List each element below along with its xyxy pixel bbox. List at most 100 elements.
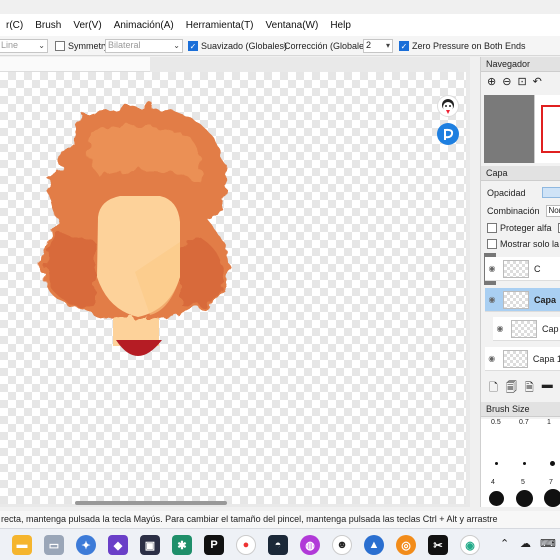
visibility-icon[interactable]: ◉ xyxy=(485,264,499,273)
layer-row[interactable]: ◉ Cap xyxy=(493,317,560,341)
blend-combo[interactable]: Norma xyxy=(545,205,560,217)
pixiv-icon[interactable]: P xyxy=(204,535,224,555)
chrome-icon[interactable]: ● xyxy=(236,535,256,555)
taskbar: ▬ ▭ ✦ ◆ ▣ ✱ P ● ◓ ◍ ☻ ▲ ◎ ✂ ◉ ⌃ ☁ ⌨ xyxy=(0,528,560,560)
tray-network-icon[interactable]: ⌨ xyxy=(540,537,556,550)
blender-icon[interactable]: ▲ xyxy=(364,535,384,555)
chevron-down-icon: ▾ xyxy=(385,41,390,50)
tray-chevron-icon[interactable]: ⌃ xyxy=(500,537,509,550)
layer-thumbnail xyxy=(502,349,528,368)
brush-size-label[interactable]: 4 xyxy=(491,479,495,486)
correction-label-wrap: Corrección (Globales) xyxy=(284,39,372,53)
blender-icon[interactable]: ◎ xyxy=(396,535,416,555)
tool-options-bar: Line ⌄ Symmetry Bilateral ⌄ ✓ Suavizado (G… xyxy=(0,36,560,56)
smoothing-label: Suavizado (Globales) xyxy=(201,41,288,51)
symmetry-toggle[interactable]: Symmetry xyxy=(55,39,109,53)
menu-edit[interactable]: r(C) xyxy=(0,20,29,31)
layer-row[interactable]: ◉ C xyxy=(485,257,560,281)
brush-dot[interactable] xyxy=(544,489,560,507)
right-panel: Navegador ⊕ ⊖ ⊡ ↶ Capa Opacidad Combinac… xyxy=(480,57,560,507)
menu-window[interactable]: Ventana(W) xyxy=(260,20,325,31)
menu-help[interactable]: Help xyxy=(324,20,357,31)
zoom-in-icon[interactable]: ⊕ xyxy=(487,75,496,88)
layer-actions: 🗋 🗐 🗎 ▬ xyxy=(489,379,553,398)
visibility-icon[interactable]: ◉ xyxy=(493,324,507,333)
brush-dot[interactable] xyxy=(516,490,533,507)
canvas-tab[interactable] xyxy=(0,57,150,72)
layer-thumbnail xyxy=(503,259,529,278)
new-page-icon[interactable]: 🗎 xyxy=(525,379,534,398)
brush-size-label[interactable]: 5 xyxy=(521,479,525,486)
line-combo[interactable]: Line ⌄ xyxy=(0,39,48,53)
app-icon[interactable]: ✱ xyxy=(172,535,192,555)
correction-label: Corrección (Globales) xyxy=(284,41,372,51)
duplicate-layer-icon[interactable]: 🗐 xyxy=(506,379,517,398)
layer-thumbnail xyxy=(503,290,529,309)
show-only-checkbox[interactable] xyxy=(487,239,497,249)
symmetry-mode-combo[interactable]: Bilateral ⌄ xyxy=(105,39,183,53)
file-explorer-icon[interactable]: ▬ xyxy=(12,535,32,555)
symmetry-checkbox[interactable] xyxy=(55,41,65,51)
brush-size-label[interactable]: 1 xyxy=(547,419,551,426)
firealpaca-icon[interactable]: ☻ xyxy=(332,535,352,555)
visibility-icon[interactable]: ◉ xyxy=(485,295,499,304)
shirt xyxy=(116,340,162,356)
drawing-canvas[interactable] xyxy=(0,72,466,504)
menu-view[interactable]: Ver(V) xyxy=(67,20,107,31)
brush-dot[interactable] xyxy=(495,462,498,465)
status-bar: recta, mantenga pulsada la tecla Mayús. … xyxy=(0,511,560,528)
correction-combo[interactable]: 2 ▾ xyxy=(363,39,393,53)
game-icon[interactable]: ◆ xyxy=(108,535,128,555)
opacity-slider[interactable] xyxy=(541,187,560,198)
settings-icon[interactable]: ✦ xyxy=(76,535,96,555)
media-icon[interactable]: ▣ xyxy=(140,535,160,555)
layer-thumbnail xyxy=(511,319,537,338)
capcut-icon[interactable]: ✂ xyxy=(428,535,448,555)
brush-cursor-icon[interactable] xyxy=(437,95,459,117)
zero-pressure-checkbox[interactable]: ✓ xyxy=(399,41,409,51)
brush-size-label[interactable]: 0.5 xyxy=(491,419,501,426)
horizontal-scrollbar[interactable] xyxy=(75,501,227,505)
navigator-viewport-frame xyxy=(541,105,560,153)
tray-wifi-icon[interactable]: ☁ xyxy=(520,537,531,550)
protect-alpha-label: Proteger alfa xyxy=(500,223,552,233)
smoothing-checkbox[interactable]: ✓ xyxy=(188,41,198,51)
folder-icon[interactable]: ▬ xyxy=(542,379,553,398)
brush-size-label[interactable]: 7 xyxy=(549,479,553,486)
canvas-area xyxy=(0,57,470,507)
obs-icon[interactable]: ◍ xyxy=(300,535,320,555)
brush-dot[interactable] xyxy=(550,461,555,466)
protect-alpha-row[interactable]: Proteger alfa xyxy=(487,223,560,233)
zoom-out-icon[interactable]: ⊖ xyxy=(502,75,511,88)
navigator-title: Navegador xyxy=(481,57,560,72)
symmetry-label: Symmetry xyxy=(68,41,109,51)
brush-size-title: Brush Size xyxy=(481,402,560,417)
browser-icon[interactable]: ▭ xyxy=(44,535,64,555)
layer-row[interactable]: ◉ Capa 1 xyxy=(485,347,560,371)
layer-name: Cap xyxy=(542,323,559,334)
navigator-tools: ⊕ ⊖ ⊡ ↶ xyxy=(487,75,542,88)
blend-label: Combinación xyxy=(487,206,540,216)
navigator-preview[interactable] xyxy=(484,95,534,163)
visibility-icon[interactable]: ◉ xyxy=(485,354,499,363)
zero-pressure-toggle[interactable]: ✓ Zero Pressure on Both Ends xyxy=(399,39,526,53)
pixiv-icon[interactable] xyxy=(437,123,459,145)
show-only-row[interactable]: Mostrar solo la ca xyxy=(487,239,560,249)
navigator-preview-canvas xyxy=(534,95,560,163)
chrome-icon[interactable]: ◉ xyxy=(460,535,480,555)
menu-animation[interactable]: Animación(A) xyxy=(108,20,180,31)
brush-dot[interactable] xyxy=(523,462,526,465)
menu-bar: r(C) Brush Ver(V) Animación(A) Herramien… xyxy=(0,14,560,36)
new-layer-icon[interactable]: 🗋 xyxy=(489,379,498,398)
menu-tool[interactable]: Herramienta(T) xyxy=(180,20,260,31)
correction-value: 2 xyxy=(366,40,372,50)
protect-alpha-checkbox[interactable] xyxy=(487,223,497,233)
brush-size-label[interactable]: 0.7 xyxy=(519,419,529,426)
steam-icon[interactable]: ◓ xyxy=(268,535,288,555)
smoothing-toggle[interactable]: ✓ Suavizado (Globales) xyxy=(188,39,287,53)
rotate-icon[interactable]: ↶ xyxy=(533,75,542,88)
menu-brush[interactable]: Brush xyxy=(29,20,67,31)
brush-dot[interactable] xyxy=(489,491,504,506)
layer-row-selected[interactable]: ◉ Capa xyxy=(485,288,560,312)
fit-icon[interactable]: ⊡ xyxy=(517,75,526,88)
